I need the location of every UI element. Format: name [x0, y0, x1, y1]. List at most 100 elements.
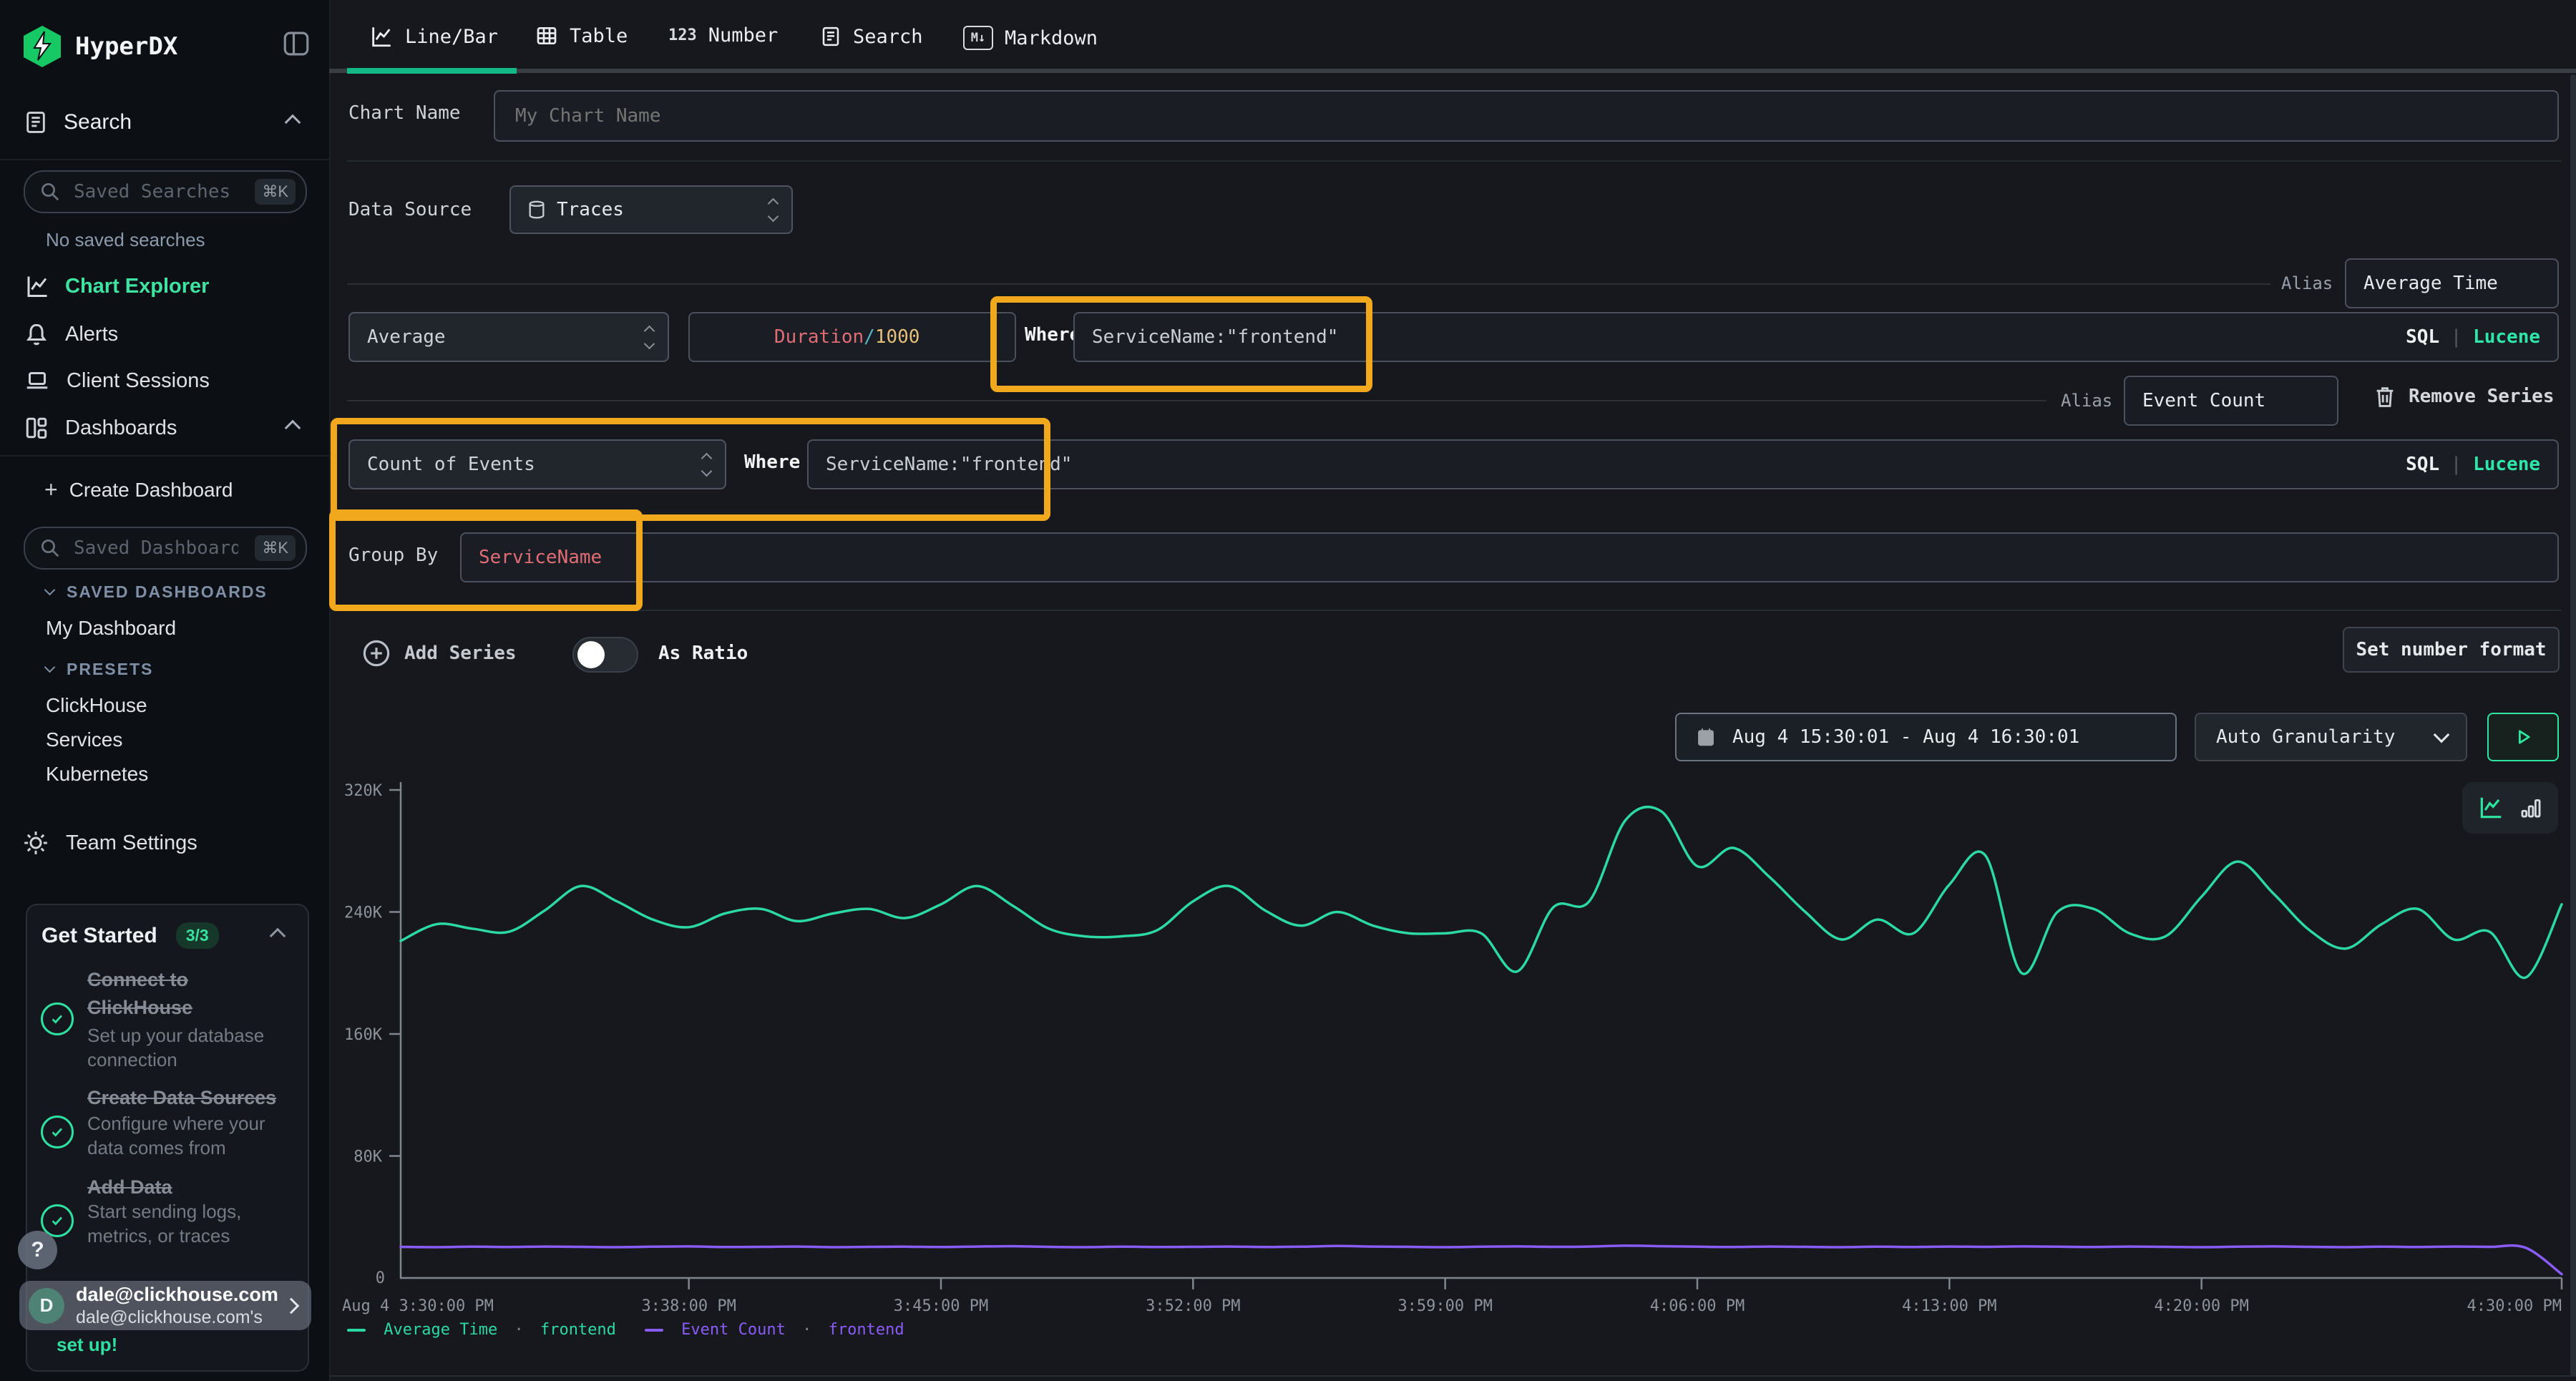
hyperdx-logo-icon: [24, 26, 61, 67]
get-started-step-title[interactable]: Add Data: [87, 1173, 266, 1201]
get-started-step-desc: Set up your database connection: [87, 1023, 266, 1072]
series2-alias-field[interactable]: Event Count: [2124, 376, 2338, 426]
series2-aggregation-value: Count of Events: [367, 454, 535, 475]
legend-item-event-count[interactable]: Event Count · frontend: [645, 1321, 904, 1339]
sidebar-collapse-button[interactable]: [280, 29, 312, 59]
chart-name-input[interactable]: [514, 104, 2476, 127]
legend-group-name: frontend: [540, 1321, 616, 1339]
tab-line-bar[interactable]: Line/Bar: [369, 24, 498, 49]
chart-line-icon: [24, 273, 51, 299]
group-by-value: ServiceName: [479, 547, 602, 568]
sidebar-item-my-dashboard[interactable]: My Dashboard: [46, 617, 176, 640]
tab-table[interactable]: Table: [535, 24, 628, 47]
chart-canvas[interactable]: 080K160K240K320KAug 4 3:30:00 PM3:38:00 …: [329, 776, 2576, 1324]
run-query-button[interactable]: [2487, 713, 2559, 761]
series1-where-value: ServiceName:"frontend": [1092, 326, 1338, 348]
sidebar-client-sessions-label: Client Sessions: [67, 369, 210, 393]
mode-separator: |: [2451, 454, 2462, 475]
tab-number[interactable]: 123 Number: [668, 24, 778, 47]
sidebar-item-services[interactable]: Services: [46, 728, 122, 751]
divider: [347, 160, 2562, 162]
chevron-up-icon[interactable]: [270, 927, 286, 944]
logo-text: HyperDX: [75, 32, 177, 61]
help-button[interactable]: ?: [18, 1231, 57, 1269]
user-menu[interactable]: D dale@clickhouse.com dale@clickhouse.co…: [19, 1281, 311, 1330]
sidebar-item-chart-explorer[interactable]: Chart Explorer: [24, 273, 209, 299]
time-range-picker[interactable]: Aug 4 15:30:01 - Aug 4 16:30:01: [1675, 713, 2177, 761]
timeseries-chart[interactable]: 080K160K240K320KAug 4 3:30:00 PM3:38:00 …: [329, 776, 2576, 1324]
as-ratio-toggle[interactable]: [572, 637, 638, 673]
chevron-right-icon: [283, 1297, 300, 1314]
svg-text:4:20:00 PM: 4:20:00 PM: [2154, 1297, 2248, 1315]
set-number-format-button[interactable]: Set number format: [2343, 627, 2560, 673]
data-source-select[interactable]: Traces: [509, 185, 793, 234]
lucene-mode-button[interactable]: Lucene: [2473, 454, 2540, 475]
sql-mode-button[interactable]: SQL: [2406, 454, 2439, 475]
saved-dashboards-section-header[interactable]: SAVED DASHBOARDS: [46, 582, 268, 602]
legend-item-average-time[interactable]: Average Time · frontend: [347, 1321, 616, 1339]
tab-search[interactable]: Search: [820, 24, 923, 49]
chart-name-field[interactable]: [494, 90, 2559, 142]
saved-dashboards-input[interactable]: [72, 537, 240, 560]
logo[interactable]: HyperDX: [24, 26, 177, 67]
divider: [347, 400, 2046, 401]
series1-alias-value: Average Time: [2363, 273, 2498, 294]
sidebar-item-alerts[interactable]: Alerts: [24, 321, 118, 348]
line-chart-icon: [369, 24, 394, 49]
sidebar-item-client-sessions[interactable]: Client Sessions: [24, 368, 210, 394]
chevron-up-icon: [285, 114, 301, 131]
scrollbar[interactable]: [2570, 74, 2576, 1377]
group-by-field[interactable]: ServiceName: [460, 532, 2559, 582]
saved-searches-search[interactable]: ⌘K: [24, 170, 307, 213]
sidebar-item-team-settings[interactable]: Team Settings: [21, 829, 197, 857]
get-started-step-title[interactable]: Create Data Sources: [87, 1084, 302, 1112]
sql-mode-button[interactable]: SQL: [2406, 326, 2439, 348]
granularity-select[interactable]: Auto Granularity: [2195, 713, 2467, 761]
sidebar-item-dashboards[interactable]: Dashboards: [24, 415, 306, 441]
add-series-button[interactable]: Add Series: [361, 638, 517, 668]
get-started-title: Get Started: [42, 924, 157, 948]
divider: [0, 159, 329, 160]
create-dashboard-label: Create Dashboard: [69, 479, 233, 502]
sidebar-section-search[interactable]: Search: [24, 109, 306, 136]
sidebar-chart-explorer-label: Chart Explorer: [65, 275, 209, 298]
series2-where-field[interactable]: ServiceName:"frontend" SQL | Lucene: [807, 439, 2559, 489]
series1-where-field[interactable]: ServiceName:"frontend" SQL | Lucene: [1073, 312, 2559, 362]
sidebar-item-kubernetes[interactable]: Kubernetes: [46, 763, 148, 786]
create-dashboard-button[interactable]: + Create Dashboard: [44, 477, 233, 503]
select-updown-icon: [645, 327, 653, 348]
lucene-mode-button[interactable]: Lucene: [2473, 326, 2540, 348]
as-ratio-label: As Ratio: [658, 643, 748, 664]
series2-aggregation-select[interactable]: Count of Events: [348, 439, 726, 489]
svg-text:4:13:00 PM: 4:13:00 PM: [1902, 1297, 1996, 1315]
toggle-knob: [577, 641, 605, 668]
step-complete-icon: [41, 1002, 74, 1035]
calendar-icon: [1695, 726, 1717, 748]
svg-text:320K: 320K: [344, 782, 383, 800]
laptop-icon: [24, 368, 51, 394]
remove-series-button[interactable]: Remove Series: [2373, 382, 2555, 411]
presets-section-header[interactable]: PRESETS: [46, 660, 153, 679]
svg-text:4:30:00 PM: 4:30:00 PM: [2467, 1297, 2562, 1315]
legend-separator: ·: [507, 1321, 530, 1339]
get-started-badge: 3/3: [176, 922, 219, 949]
series1-alias-field[interactable]: Average Time: [2345, 258, 2559, 308]
legend-series-name: Event Count: [681, 1321, 786, 1339]
tab-markdown[interactable]: M↓ Markdown: [963, 26, 1098, 50]
get-started-step-title[interactable]: Connect to ClickHouse: [87, 966, 266, 1022]
set-number-format-label: Set number format: [2356, 639, 2546, 660]
panel-collapse-icon: [280, 29, 312, 59]
svg-text:240K: 240K: [344, 904, 383, 922]
get-started-step-desc: Configure where your data comes from: [87, 1111, 266, 1160]
team-settings-label: Team Settings: [66, 831, 197, 855]
sidebar-item-clickhouse[interactable]: ClickHouse: [46, 694, 147, 717]
command-k-badge: ⌘K: [255, 535, 296, 561]
search-icon: [39, 537, 61, 559]
saved-searches-input[interactable]: [72, 180, 240, 203]
series1-aggregation-select[interactable]: Average: [348, 312, 669, 362]
series1-aggregation-value: Average: [367, 326, 446, 348]
saved-dashboards-search[interactable]: ⌘K: [24, 527, 307, 570]
series1-formula-field[interactable]: Duration/1000: [688, 312, 1016, 362]
divider: [329, 1375, 2576, 1377]
svg-text:160K: 160K: [344, 1026, 383, 1044]
